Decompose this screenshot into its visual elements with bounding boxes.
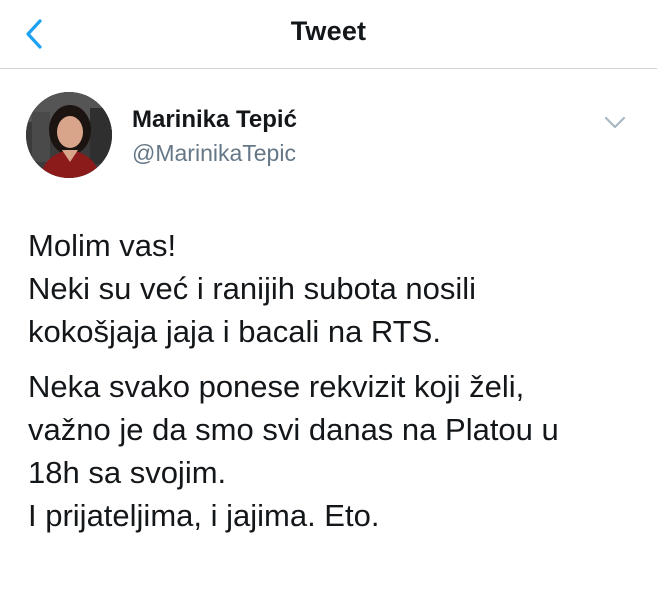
top-navigation-bar: Tweet: [0, 0, 657, 69]
chevron-down-icon: [604, 116, 626, 129]
tweet-line: I prijateljima, i jajima. Eto.: [28, 498, 380, 533]
tweet-line: Neki su već i ranijih subota nosili: [28, 271, 476, 306]
tweet-menu-button[interactable]: [598, 108, 632, 138]
page-title: Tweet: [290, 16, 367, 46]
tweet-line: 18h sa svojim.: [28, 455, 227, 490]
tweet-paragraph: Molim vas! Neki su već i ranijih subota …: [28, 224, 648, 353]
tweet-paragraph: Neka svako ponese rekvizit koji želi, va…: [28, 365, 648, 537]
tweet-line: Neka svako ponese rekvizit koji želi,: [28, 369, 525, 404]
author-handle[interactable]: @MarinikaTepic: [132, 140, 296, 167]
avatar[interactable]: [26, 92, 112, 178]
author-name[interactable]: Marinika Tepić: [132, 106, 297, 134]
tweet-line: važno je da smo svi danas na Platou u: [28, 412, 559, 447]
tweet-header: Marinika Tepić @MarinikaTepic: [0, 68, 657, 188]
tweet-line: Molim vas!: [28, 228, 177, 263]
profile-photo-icon: [26, 92, 112, 178]
tweet-line: kokošjaja jaja i bacali na RTS.: [28, 314, 441, 349]
tweet-text: Molim vas! Neki su već i ranijih subota …: [28, 224, 648, 537]
